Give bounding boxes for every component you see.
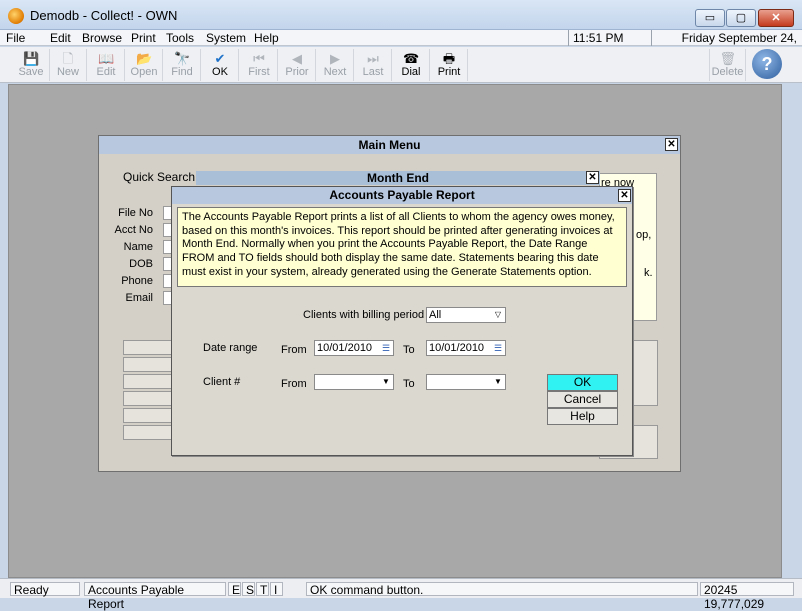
calendar-icon[interactable]: ☰	[380, 343, 392, 354]
toolbar-next-button[interactable]: ▶ Next	[317, 49, 354, 81]
main-menu-close-icon[interactable]: ✕	[665, 138, 678, 151]
cancel-button[interactable]: Cancel	[547, 391, 618, 408]
client-number-label: Client #	[203, 376, 241, 388]
main-menu-title: Main Menu	[99, 136, 680, 154]
dob-label: DOB	[129, 258, 153, 270]
menu-edit[interactable]: Edit	[50, 31, 71, 45]
client-from-select[interactable]: ▼	[314, 374, 394, 390]
menu-file[interactable]: File	[6, 31, 25, 45]
client-to-select[interactable]: ▼	[426, 374, 506, 390]
month-end-close-icon[interactable]: ✕	[586, 171, 599, 184]
toolbar-dial-button[interactable]: ☎ Dial	[393, 49, 430, 81]
file-no-label: File No	[118, 207, 153, 219]
first-icon: ⏮	[253, 51, 265, 66]
menu-tools[interactable]: Tools	[166, 31, 194, 45]
clock-display: 11:51 PM	[568, 30, 652, 46]
status-flag-i: I	[270, 582, 283, 597]
acct-no-label: Acct No	[114, 224, 153, 236]
status-flag-t: T	[256, 582, 269, 597]
status-flag-e: E	[228, 582, 241, 597]
ap-dialog-title: Accounts Payable Report	[172, 187, 632, 204]
ok-icon: ✔	[214, 51, 226, 66]
title-bar: Demodb - Collect! - OWN ▭ ▢ ✕	[0, 0, 802, 30]
accounts-payable-dialog: Accounts Payable Report ✕ The Accounts P…	[171, 186, 633, 456]
chevron-down-icon: ▼	[494, 377, 502, 386]
toolbar-prior-button[interactable]: ◀ Prior	[279, 49, 316, 81]
toolbar-edit-button[interactable]: 📖 Edit	[88, 49, 125, 81]
menu-system[interactable]: System	[206, 31, 246, 45]
menu-option-button[interactable]	[123, 425, 173, 440]
calendar-icon[interactable]: ☰	[492, 343, 504, 354]
ok-button[interactable]: OK	[547, 374, 618, 391]
help-button[interactable]: Help	[547, 408, 618, 425]
toolbar-ok-button[interactable]: ✔ OK	[202, 49, 239, 81]
menu-option-button[interactable]	[123, 391, 173, 406]
delete-icon: 🗑	[719, 51, 737, 66]
email-label: Email	[125, 292, 153, 304]
toolbar-print-button[interactable]: 🖶 Print	[431, 49, 468, 81]
menu-option-button[interactable]	[123, 357, 173, 372]
toolbar-delete-button[interactable]: 🗑 Delete	[709, 49, 746, 81]
date-range-label: Date range	[203, 342, 258, 354]
minimize-button[interactable]: ▭	[695, 9, 725, 27]
chevron-down-icon: ▼	[382, 377, 390, 386]
month-end-title-bar: Month End ✕	[196, 171, 600, 185]
last-icon: ⏭	[367, 51, 379, 66]
toolbar-find-button[interactable]: 🔭 Find	[164, 49, 201, 81]
client-to-label: To	[403, 378, 415, 390]
menu-browse[interactable]: Browse	[82, 31, 122, 45]
status-bar: Ready Accounts Payable Report E S T I OK…	[0, 578, 802, 611]
ap-dialog-close-icon[interactable]: ✕	[618, 189, 631, 202]
status-hint: OK command button.	[306, 582, 698, 597]
name-label: Name	[123, 241, 153, 253]
toolbar-open-button[interactable]: 📂 Open	[126, 49, 163, 81]
date-from-field[interactable]: 10/01/2010 ☰	[314, 340, 394, 356]
date-display: Friday September 24, 2010	[681, 31, 797, 61]
date-to-field[interactable]: 10/01/2010 ☰	[426, 340, 506, 356]
client-from-label: From	[281, 378, 307, 390]
prior-icon: ◀	[292, 51, 302, 66]
toolbar-first-button[interactable]: ⏮ First	[241, 49, 278, 81]
edit-icon: 📖	[98, 51, 115, 66]
toolbar-save-button[interactable]: 💾 Save	[13, 49, 50, 81]
status-ready: Ready	[10, 582, 80, 597]
help-icon[interactable]: ?	[752, 49, 782, 79]
status-context: Accounts Payable Report	[84, 582, 226, 611]
status-counter: 20245 19,777,029	[700, 582, 794, 611]
menu-help[interactable]: Help	[254, 31, 279, 45]
app-logo-icon	[8, 8, 24, 24]
billing-period-select[interactable]: All ▽	[426, 307, 506, 323]
menu-print[interactable]: Print	[131, 31, 156, 45]
month-end-title: Month End	[367, 171, 429, 185]
find-icon: 🔭	[174, 51, 191, 66]
new-icon: 🗋	[62, 51, 74, 66]
toolbar: 💾 Save 🗋 New 📖 Edit 📂 Open 🔭 Find ✔ OK ⏮ First …	[0, 47, 802, 83]
menu-option-button[interactable]	[123, 374, 173, 389]
ap-description: The Accounts Payable Report prints a lis…	[177, 207, 627, 287]
date-from-label: From	[281, 344, 307, 356]
quick-search-label: Quick Search	[123, 170, 196, 184]
save-icon: 💾	[23, 51, 40, 66]
status-flag-s: S	[242, 582, 255, 597]
next-icon: ▶	[330, 51, 340, 66]
dial-icon: ☎	[403, 51, 420, 66]
toolbar-last-button[interactable]: ⏭ Last	[355, 49, 392, 81]
chevron-down-icon: ▽	[494, 310, 502, 319]
toolbar-new-button[interactable]: 🗋 New	[50, 49, 87, 81]
print-icon: 🖶	[442, 51, 456, 66]
billing-period-label: Clients with billing period	[303, 309, 425, 321]
menu-option-button[interactable]	[123, 340, 173, 355]
window-title: Demodb - Collect! - OWN	[30, 8, 178, 23]
phone-label: Phone	[121, 275, 153, 287]
close-window-button[interactable]: ✕	[758, 9, 794, 27]
date-to-label: To	[403, 344, 415, 356]
maximize-button[interactable]: ▢	[726, 9, 756, 27]
open-icon: 📂	[136, 51, 153, 66]
menu-option-button[interactable]	[123, 408, 173, 423]
